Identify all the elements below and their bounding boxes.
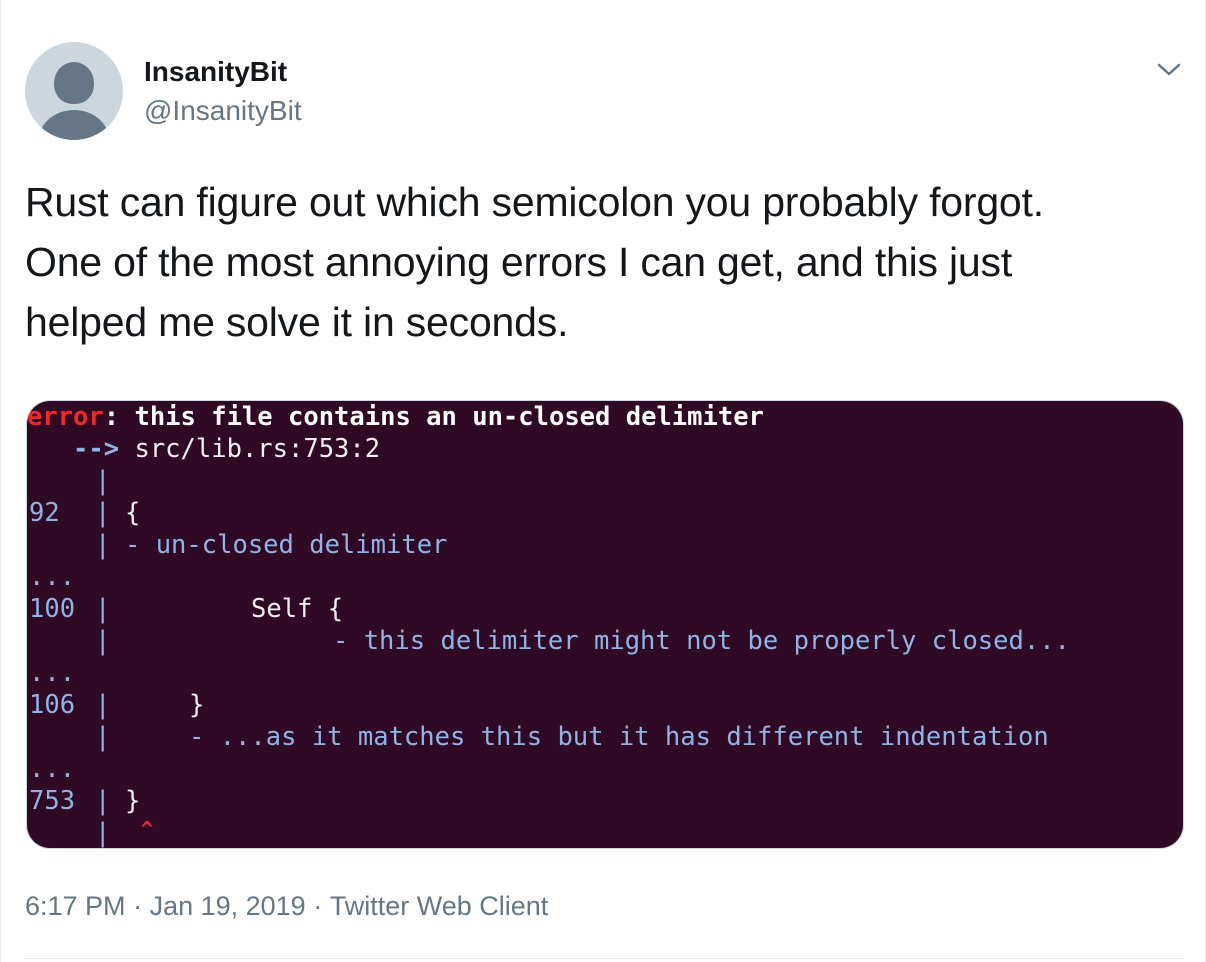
error-message: : this file contains an un-closed delimi… — [103, 402, 764, 432]
gutter-pipe: | — [95, 786, 111, 816]
error-header-line: error: this file contains an un-closed d… — [27, 401, 764, 433]
media-image[interactable]: error: this file contains an un-closed d… — [26, 400, 1184, 849]
ellipsis: ... — [29, 562, 76, 592]
tweet-text-line: Rust can figure out which semicolon you … — [25, 179, 1044, 225]
error-caret: ^ — [141, 817, 154, 841]
line-number-100: 100 — [29, 594, 76, 624]
code-close-brace: } — [189, 690, 205, 720]
line-number-106: 106 — [29, 690, 76, 720]
gutter-pipe: | — [95, 690, 111, 720]
avatar[interactable] — [25, 42, 123, 140]
chevron-down-icon[interactable] — [1153, 56, 1185, 82]
error-label: error — [27, 402, 104, 432]
tweet-card: InsanityBit @InsanityBit Rust can figure… — [0, 0, 1206, 962]
code-self-brace: Self { — [251, 594, 344, 624]
tweet-text: Rust can figure out which semicolon you … — [25, 172, 1175, 352]
separator: · — [125, 891, 150, 921]
code-open-brace: { — [125, 498, 141, 528]
tweet-date[interactable]: Jan 19, 2019 — [150, 891, 306, 922]
gutter-pipe: | — [95, 722, 111, 752]
location-line: --> src/lib.rs:753:2 — [27, 433, 380, 465]
ellipsis: ... — [29, 754, 76, 784]
separator: · — [305, 891, 330, 921]
note-different-indentation: - ...as it matches this but it has diffe… — [189, 722, 1049, 752]
line-number-753: 753 — [29, 786, 76, 816]
ellipsis: ... — [29, 658, 76, 688]
note-might-not-close: - this delimiter might not be properly c… — [333, 626, 1070, 656]
note-unclosed: - un-closed delimiter — [125, 530, 448, 560]
gutter-pipe: | — [95, 498, 111, 528]
arrow-marker: --> — [27, 434, 120, 464]
code-final-brace: } — [125, 786, 141, 816]
tweet-metadata: 6:17 PM · Jan 19, 2019 · Twitter Web Cli… — [25, 891, 548, 922]
line-number-92: 92 — [29, 498, 60, 528]
gutter-pipe: | — [95, 466, 111, 496]
gutter-pipe: | — [95, 626, 111, 656]
terminal-screenshot: error: this file contains an un-closed d… — [27, 401, 1183, 848]
author-display-name[interactable]: InsanityBit — [144, 56, 287, 88]
divider — [25, 958, 1183, 959]
tweet-time[interactable]: 6:17 PM — [25, 891, 126, 922]
default-profile-icon-body — [39, 110, 109, 140]
default-profile-icon — [54, 62, 94, 104]
tweet-text-line: helped me solve it in seconds. — [25, 299, 569, 345]
gutter-pipe: | — [95, 594, 111, 624]
tweet-client[interactable]: Twitter Web Client — [330, 891, 549, 922]
gutter-pipe: | — [95, 530, 111, 560]
gutter-pipe: | — [95, 818, 111, 848]
tweet-text-line: One of the most annoying errors I can ge… — [25, 239, 1013, 285]
file-location: src/lib.rs:753:2 — [119, 434, 381, 464]
author-handle[interactable]: @InsanityBit — [144, 95, 302, 127]
